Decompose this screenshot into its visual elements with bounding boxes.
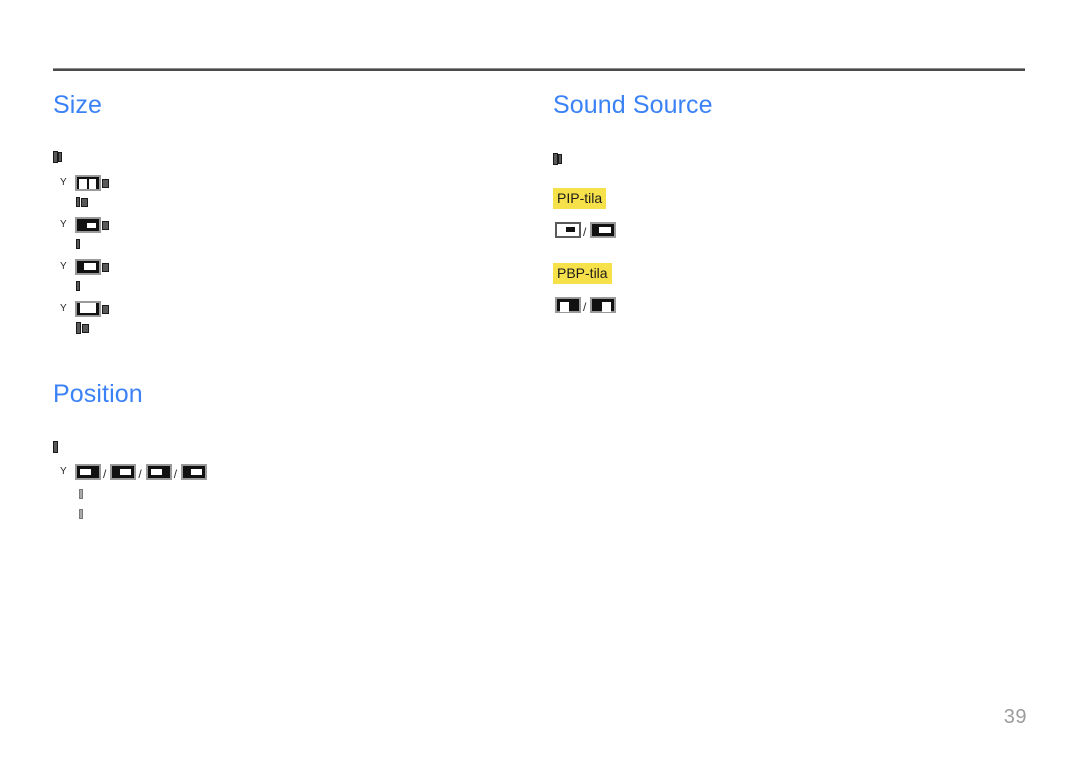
pbp-sound-right-icon	[590, 297, 617, 313]
missing-glyph-icon	[79, 508, 83, 522]
list-item[interactable]: Y	[60, 214, 523, 236]
size-option-caption	[76, 236, 523, 253]
size-intro-line	[53, 148, 523, 166]
missing-glyph-icon	[76, 238, 80, 252]
size-option-marker: Y	[60, 303, 67, 314]
page-title-size: Size	[53, 91, 103, 119]
size-option-marker: Y	[60, 219, 67, 230]
list-item[interactable]: Y / / /	[60, 461, 523, 483]
page-title-position: Position	[53, 380, 143, 408]
status-badge-pbp-tila: PBP-tila	[553, 263, 612, 284]
size-option-marker: Y	[60, 261, 67, 272]
header-rule	[53, 68, 1025, 71]
position-top-left-icon	[75, 464, 101, 480]
pip-size-off-icon	[75, 175, 109, 191]
pip-sound-main-icon	[590, 222, 617, 238]
manual-page: Size Y Y Y Y Position Y / / / Sound Sour…	[0, 0, 1080, 763]
icon-separator: /	[583, 225, 587, 239]
page-number: 39	[1003, 706, 1027, 728]
pbp-sound-left-icon	[555, 297, 581, 313]
page-title-sound-source: Sound Source	[553, 91, 713, 119]
position-option-caption	[79, 486, 523, 503]
left-column: Size Y Y Y Y Position Y / / /	[53, 88, 523, 523]
position-bottom-left-icon	[145, 464, 172, 480]
missing-glyph-icon	[79, 488, 83, 502]
missing-glyph-icon	[76, 196, 88, 210]
position-option-caption	[79, 506, 523, 523]
position-option-marker: Y	[60, 466, 67, 477]
status-badge-pip-tila: PIP-tila	[553, 188, 607, 209]
pbp-sound-icons[interactable]: /	[553, 294, 1023, 316]
size-option-caption	[76, 194, 523, 211]
pip-sound-sub-icon	[555, 222, 581, 238]
list-item[interactable]: Y	[60, 256, 523, 278]
size-option-marker: Y	[60, 177, 67, 188]
position-top-right-icon	[110, 464, 137, 480]
icon-separator: /	[138, 467, 142, 481]
size-option-caption	[76, 278, 523, 295]
missing-glyph-icon	[76, 280, 80, 294]
pip-sound-icons[interactable]: /	[553, 219, 1023, 241]
missing-glyph-icon	[53, 440, 58, 454]
icon-separator: /	[173, 467, 178, 481]
missing-glyph-icon	[53, 150, 62, 164]
position-bottom-right-icon	[181, 464, 208, 480]
size-option-caption	[76, 320, 523, 337]
pip-size-large-icon	[75, 301, 109, 317]
missing-glyph-icon	[76, 322, 89, 336]
pbp-mode-group: PBP-tila	[553, 263, 1023, 284]
list-item[interactable]: Y	[60, 172, 523, 194]
pip-size-medium-icon	[75, 259, 109, 275]
sound-source-intro-line	[553, 150, 1023, 168]
pip-mode-group: PIP-tila	[553, 188, 1023, 209]
list-item[interactable]: Y	[60, 298, 523, 320]
right-column: Sound Source PIP-tila / PBP-tila /	[553, 88, 1023, 316]
icon-separator: /	[583, 300, 587, 314]
missing-glyph-icon	[553, 152, 562, 166]
icon-separator: /	[103, 467, 107, 481]
pip-size-small-icon	[75, 217, 109, 233]
position-intro-line	[53, 438, 523, 456]
